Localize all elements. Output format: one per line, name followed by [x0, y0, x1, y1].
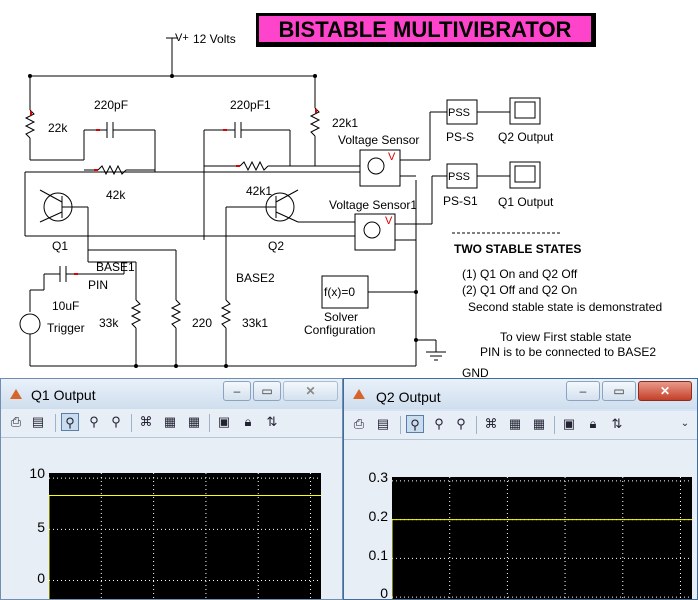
y-tick: 0 — [37, 570, 45, 586]
y-tick: 10 — [29, 465, 45, 481]
supply-label: V+ — [175, 32, 189, 44]
vsensor1-v: V — [388, 151, 396, 163]
vsensor1-label: Voltage Sensor — [338, 133, 420, 147]
c1-label: 220pF — [94, 98, 129, 112]
zoom-y-icon[interactable]: ⚲ — [107, 413, 125, 431]
scope-plot-area[interactable] — [49, 473, 321, 600]
float-icon[interactable]: ⇅ — [263, 413, 281, 431]
window-title: Q2 Output — [376, 389, 441, 405]
trigger-label: Trigger — [47, 321, 85, 335]
signal-trace — [49, 495, 321, 599]
base1-label: BASE1 — [96, 260, 135, 274]
toolbar-separator — [400, 416, 401, 434]
matlab-icon — [10, 389, 22, 399]
ps-s1-label: PS-S1 — [443, 194, 478, 208]
diagram-title: BISTABLE MULTIVIBRATOR — [258, 15, 592, 43]
print-setup-icon[interactable]: ▤ — [29, 413, 47, 431]
zoom-x-icon[interactable]: ⚲ — [85, 413, 103, 431]
chevron-down-icon[interactable]: ⌄ — [676, 415, 694, 433]
maximize-button[interactable]: ▭ — [253, 381, 281, 401]
r220-label: 220 — [192, 316, 213, 330]
q1-output-block-label[interactable]: Q1 Output — [498, 195, 553, 209]
q1-label: Q1 — [52, 239, 69, 253]
maximize-button[interactable]: ▭ — [602, 381, 636, 401]
toolbar-separator — [554, 416, 555, 434]
save-axes-icon[interactable]: ▦ — [506, 415, 524, 433]
window-titlebar[interactable]: Q1 Output ‒ ▭ ✕ — [1, 379, 342, 409]
supply-value: 12 Volts — [193, 32, 236, 46]
pss1-text: PSS — [448, 107, 471, 119]
y-tick: 5 — [37, 519, 45, 535]
close-button[interactable]: ✕ — [283, 381, 338, 401]
minimize-button[interactable]: ‒ — [566, 381, 600, 401]
close-button[interactable]: ✕ — [638, 381, 692, 401]
q2-output-window[interactable]: Q2 Output ‒ ▭ ✕ ⎙ ▤ ⚲ ⚲ ⚲ ⌘ ▦ ▦ ▣ 🔒︎ ⇅ ⌄… — [343, 378, 698, 600]
zoom-x-icon[interactable]: ⚲ — [430, 415, 448, 433]
r-left-label: 22k — [48, 121, 68, 135]
state2-text: (2) Q1 Off and Q2 On — [462, 283, 578, 297]
signal-trace — [392, 519, 692, 599]
lock-icon[interactable]: 🔒︎ — [584, 415, 602, 433]
binoculars-icon[interactable]: ⌘ — [137, 413, 155, 431]
zoom-icon[interactable]: ⚲ — [61, 413, 79, 431]
y-tick: 0.3 — [368, 469, 388, 485]
solver-fx: f(x)=0 — [324, 285, 356, 299]
window-titlebar[interactable]: Q2 Output ‒ ▭ ✕ — [344, 379, 697, 409]
params-icon[interactable]: ▣ — [560, 415, 578, 433]
states-title: TWO STABLE STATES — [454, 242, 582, 256]
y-tick: 0 — [380, 585, 388, 600]
scope-toolbar: ⎙ ▤ ⚲ ⚲ ⚲ ⌘ ▦ ▦ ▣ 🔒︎ ⇅ — [1, 409, 342, 438]
cap-trigger-label: 10uF — [52, 299, 80, 313]
r-mid2-label: 42k1 — [246, 184, 273, 198]
q1-output-window[interactable]: Q1 Output ‒ ▭ ✕ ⎙ ▤ ⚲ ⚲ ⚲ ⌘ ▦ ▦ ▣ 🔒︎ ⇅ 1… — [0, 378, 343, 600]
toolbar-separator — [131, 414, 132, 432]
print-icon[interactable]: ⎙ — [7, 413, 25, 431]
y-tick: 0.1 — [368, 547, 388, 563]
zoom-icon[interactable]: ⚲ — [406, 415, 424, 433]
q2-output-block-label[interactable]: Q2 Output — [498, 130, 553, 144]
save-axes-icon[interactable]: ▦ — [161, 413, 179, 431]
restore-axes-icon[interactable]: ▦ — [530, 415, 548, 433]
scope-plot-area[interactable] — [392, 477, 692, 600]
params-icon[interactable]: ▣ — [215, 413, 233, 431]
view-line1: To view First stable state — [500, 330, 632, 344]
zoom-y-icon[interactable]: ⚲ — [452, 415, 470, 433]
restore-axes-icon[interactable]: ▦ — [185, 413, 203, 431]
r33k1-label: 33k1 — [242, 316, 269, 330]
y-tick: 0.2 — [368, 508, 388, 524]
solver-line1: Solver — [324, 310, 359, 324]
toolbar-separator — [55, 414, 56, 432]
base2-label: BASE2 — [236, 271, 275, 285]
r-mid1-label: 42k — [106, 188, 126, 202]
print-setup-icon[interactable]: ▤ — [374, 415, 392, 433]
ps-s-label: PS-S — [446, 130, 475, 144]
print-icon[interactable]: ⎙ — [350, 415, 368, 433]
q2-label: Q2 — [268, 239, 285, 253]
state1-text: (1) Q1 On and Q2 Off — [462, 267, 578, 281]
binoculars-icon[interactable]: ⌘ — [482, 415, 500, 433]
r33k-label: 33k — [99, 316, 119, 330]
minimize-button[interactable]: ‒ — [223, 381, 251, 401]
float-icon[interactable]: ⇅ — [608, 415, 626, 433]
window-title: Q1 Output — [31, 387, 96, 403]
c2-label: 220pF1 — [230, 98, 271, 112]
vsensor2-v: V — [385, 215, 393, 227]
view-line2: PIN is to be connected to BASE2 — [480, 345, 657, 359]
toolbar-separator — [209, 414, 210, 432]
toolbar-separator — [476, 416, 477, 434]
lock-icon[interactable]: 🔒︎ — [239, 413, 257, 431]
vsensor2-label: Voltage Sensor1 — [329, 198, 418, 212]
scope-toolbar: ⎙ ▤ ⚲ ⚲ ⚲ ⌘ ▦ ▦ ▣ 🔒︎ ⇅ ⌄ — [344, 411, 697, 440]
pin-label: PIN — [88, 278, 109, 292]
r-right-label: 22k1 — [332, 116, 359, 130]
solver-line2: Configuration — [304, 323, 376, 337]
matlab-icon — [353, 389, 365, 399]
state-demo-text: Second stable state is demonstrated — [468, 300, 663, 314]
pss2-text: PSS — [448, 171, 471, 183]
